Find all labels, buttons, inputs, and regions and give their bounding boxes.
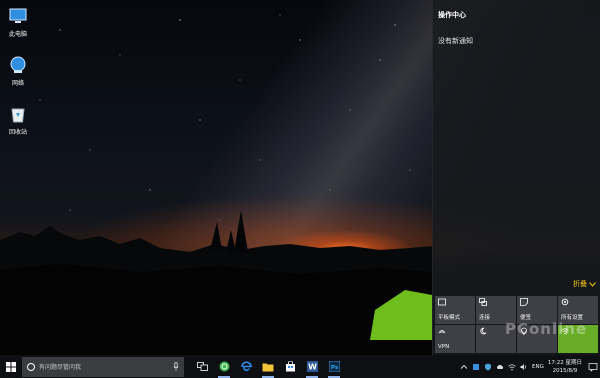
tray-shield-icon[interactable]	[484, 363, 492, 371]
note-icon	[520, 298, 528, 306]
action-center-notification-icon[interactable]	[588, 362, 598, 372]
desktop-icon-label: 此电脑	[8, 31, 27, 38]
taskbar-app-word[interactable]: W	[304, 358, 320, 378]
task-view-button[interactable]	[194, 358, 210, 376]
file-explorer-icon	[262, 363, 274, 371]
connect-icon	[479, 298, 487, 306]
action-center-panel: 操作中心 没有新通知 折叠 平板模式 连接 便签 所有设置 VPN	[432, 0, 600, 355]
microphone-icon[interactable]	[173, 362, 179, 371]
vpn-icon	[438, 330, 446, 334]
photoshop-icon: Ps	[328, 361, 340, 372]
collapse-button[interactable]: 折叠	[573, 279, 596, 289]
desktop-icon-label: 网络	[11, 80, 24, 87]
desktop-icon-label: 回收站	[8, 129, 27, 136]
tile-tablet-mode[interactable]: 平板模式	[435, 296, 475, 324]
network-icon	[10, 56, 26, 73]
chevron-down-icon	[589, 281, 596, 287]
tablet-mode-icon	[438, 298, 446, 306]
cortana-search-box[interactable]: 有问题尽管问我	[22, 356, 184, 377]
desktop-icon-this-pc[interactable]: 此电脑	[4, 6, 32, 38]
action-center-title: 操作中心	[438, 11, 466, 19]
recycle-bin-icon	[11, 108, 25, 123]
watermark: PConline	[505, 320, 588, 338]
taskbar-app-photoshop[interactable]: Ps	[326, 358, 342, 378]
tile-label: VPN	[438, 344, 450, 350]
cortana-icon	[27, 362, 35, 371]
tile-label: 平板模式	[438, 315, 461, 321]
tile-label: 连接	[479, 315, 491, 321]
settings-gear-icon	[561, 298, 569, 306]
taskbar-app-file-explorer[interactable]	[260, 358, 276, 378]
360-browser-icon	[219, 361, 229, 372]
windows-logo-icon	[6, 361, 16, 372]
input-language-indicator[interactable]: ENG	[532, 364, 544, 370]
tray-app-icon[interactable]	[472, 363, 480, 371]
clock[interactable]: 17:22 星期日 2015/8/9	[548, 359, 582, 375]
show-hidden-icons-chevron-icon[interactable]	[460, 363, 468, 371]
clock-date: 2015/8/9	[552, 367, 578, 374]
desktop-icon-network[interactable]: 网络	[4, 55, 32, 87]
search-placeholder: 有问题尽管问我	[39, 364, 82, 371]
svg-text:Ps: Ps	[330, 365, 338, 371]
edge-icon	[240, 361, 252, 371]
collapse-label: 折叠	[573, 280, 587, 288]
taskbar: 有问题尽管问我 W Ps ENG 17:22 星期日 2015/8/9	[0, 355, 600, 378]
store-icon	[285, 361, 295, 372]
tile-vpn[interactable]: VPN	[435, 325, 475, 353]
quiet-hours-moon-icon	[480, 327, 487, 335]
clock-time: 17:22 星期日	[547, 359, 582, 366]
tray-cloud-icon[interactable]	[496, 363, 504, 371]
wifi-tray-icon[interactable]	[508, 363, 516, 371]
taskbar-app-store[interactable]	[282, 358, 298, 376]
taskbar-app-360-browser[interactable]	[216, 358, 232, 378]
start-button[interactable]	[0, 355, 22, 378]
volume-icon[interactable]	[520, 363, 528, 371]
word-icon: W	[306, 361, 318, 372]
system-tray: ENG 17:22 星期日 2015/8/9	[460, 355, 598, 378]
taskbar-app-edge[interactable]	[238, 358, 254, 376]
task-view-icon	[196, 362, 208, 371]
svg-text:W: W	[308, 363, 317, 372]
desktop-icon-recycle-bin[interactable]: 回收站	[4, 104, 32, 136]
no-notifications-text: 没有新通知	[438, 37, 473, 45]
this-pc-icon	[9, 8, 27, 23]
